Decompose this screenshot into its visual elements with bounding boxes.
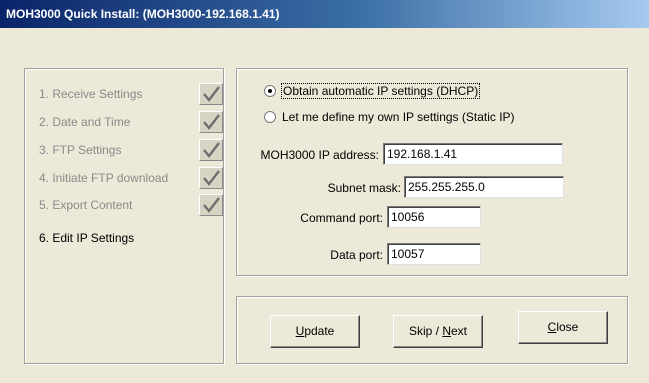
- skip-next-button[interactable]: Skip / Next: [393, 315, 483, 348]
- command-port-label: Command port:: [300, 211, 383, 225]
- step-receive-settings: 1. Receive Settings: [39, 83, 223, 107]
- step-date-and-time: 2. Date and Time: [39, 111, 223, 135]
- static-ip-radio-button[interactable]: [264, 111, 276, 123]
- dhcp-radio-label[interactable]: Obtain automatic IP settings (DHCP): [280, 83, 481, 99]
- step-edit-ip-settings: 6. Edit IP Settings: [39, 227, 219, 251]
- data-port-label: Data port:: [330, 248, 383, 262]
- static-ip-radio-option[interactable]: Let me define my own IP settings (Static…: [264, 109, 604, 127]
- checkmark-icon: [199, 111, 223, 133]
- subnet-mask-field[interactable]: 255.255.255.0: [404, 176, 564, 198]
- command-port-field[interactable]: 10056: [387, 206, 481, 228]
- step-label: 5. Export Content: [39, 198, 133, 212]
- update-button[interactable]: Update: [270, 315, 360, 348]
- close-button[interactable]: Close: [518, 311, 608, 344]
- step-ftp-settings: 3. FTP Settings: [39, 139, 223, 163]
- steps-panel: 1. Receive Settings 2. Date and Time 3. …: [24, 68, 224, 364]
- ip-address-label: MOH3000 IP address:: [260, 148, 379, 162]
- ip-address-field[interactable]: 192.168.1.41: [383, 143, 563, 165]
- step-label: 1. Receive Settings: [39, 87, 143, 101]
- step-export-content: 5. Export Content: [39, 194, 223, 218]
- step-label: 3. FTP Settings: [39, 143, 122, 157]
- subnet-mask-label: Subnet mask:: [327, 181, 401, 195]
- step-initiate-ftp-download: 4. Initiate FTP download: [39, 167, 223, 191]
- step-label: 2. Date and Time: [39, 115, 131, 129]
- checkmark-icon: [199, 139, 223, 161]
- dhcp-radio-button[interactable]: [264, 85, 276, 97]
- checkmark-icon: [199, 194, 223, 216]
- window-title: MOH3000 Quick Install: (MOH3000-192.168.…: [0, 0, 649, 28]
- data-port-field[interactable]: 10057: [387, 243, 481, 265]
- action-buttons-panel: Update Skip / Next Close: [236, 296, 628, 364]
- quick-install-window: MOH3000 Quick Install: (MOH3000-192.168.…: [0, 0, 649, 383]
- step-label: 6. Edit IP Settings: [39, 231, 135, 245]
- checkmark-icon: [199, 83, 223, 105]
- dhcp-radio-option[interactable]: Obtain automatic IP settings (DHCP): [264, 83, 604, 101]
- checkmark-icon: [199, 167, 223, 189]
- static-ip-radio-label[interactable]: Let me define my own IP settings (Static…: [282, 110, 515, 124]
- step-label: 4. Initiate FTP download: [39, 171, 169, 185]
- ip-settings-panel: Obtain automatic IP settings (DHCP) Let …: [236, 68, 628, 276]
